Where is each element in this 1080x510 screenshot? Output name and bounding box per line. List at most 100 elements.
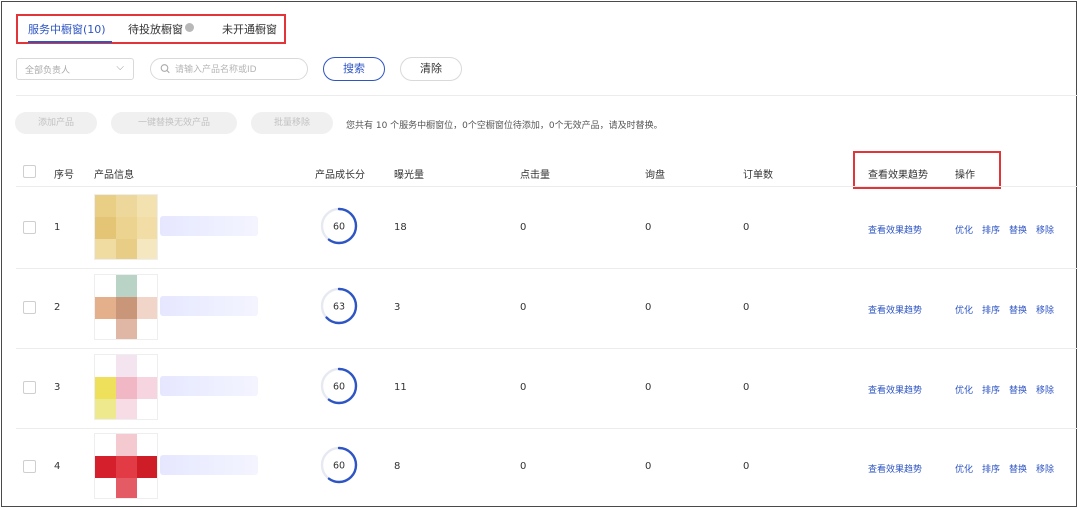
header-clicks: 点击量 [520,170,550,181]
tab-in-service-label: 服务中橱窗 [28,23,83,36]
sort-link[interactable]: 排序 [982,223,1000,236]
search-icon [160,64,170,74]
search-button[interactable]: 搜索 [323,57,385,81]
sort-link[interactable]: 排序 [982,303,1000,316]
thumbnail-tile [116,239,138,259]
row-checkbox[interactable] [23,301,36,314]
owner-select[interactable]: 全部负责人 ⌵ [16,58,134,80]
tab-not-opened[interactable]: 未开通橱窗 [222,21,277,37]
tab-pending-label: 待投放橱窗 [128,23,183,36]
row-checkbox[interactable] [23,221,36,234]
row-index: 4 [54,461,61,472]
row-checkbox[interactable] [23,381,36,394]
search-input[interactable] [175,62,303,77]
thumbnail-tile [137,239,157,259]
view-trend-link[interactable]: 查看效果趋势 [868,462,922,475]
divider [16,95,1078,96]
row-clicks: 0 [520,461,527,472]
replace-link[interactable]: 替换 [1009,383,1027,396]
thumbnail-tile [137,399,157,419]
tab-in-service[interactable]: 服务中橱窗(10) [28,21,106,37]
thumbnail-tile [116,297,138,319]
thumbnail-tile [95,399,117,419]
add-product-button[interactable]: 添加产品 [15,112,97,134]
thumbnail-tile [95,239,117,259]
thumbnail-tile [116,217,138,239]
growth-score-gauge: 60 [320,207,358,245]
thumbnail-tile [137,355,157,377]
tab-pending[interactable]: 待投放橱窗 [128,21,194,37]
optimize-link[interactable]: 优化 [955,462,973,475]
view-trend-link[interactable]: 查看效果趋势 [868,383,922,396]
sort-link[interactable]: 排序 [982,462,1000,475]
header-index: 序号 [54,170,74,181]
page-frame: 服务中橱窗(10) 待投放橱窗 未开通橱窗 全部负责人 ⌵ 搜索 清除 添加产品… [1,1,1078,507]
svg-text:60: 60 [333,382,345,393]
table-row: 3 60 11 0 0 0 查看效果趋势 优化 排序 替换 移除 [2,348,1078,428]
highlight-box [853,151,1001,189]
tab-not-opened-label: 未开通橱窗 [222,23,277,36]
growth-score-gauge: 60 [320,446,358,484]
thumbnail-tile [95,456,117,478]
product-name[interactable] [160,376,258,396]
replace-invalid-button[interactable]: 一键替换无效产品 [111,112,237,134]
row-inquiries: 0 [645,382,652,393]
optimize-link[interactable]: 优化 [955,303,973,316]
product-thumbnail[interactable] [94,354,158,420]
divider [16,186,1078,187]
row-orders: 0 [743,382,750,393]
thumbnail-tile [95,319,117,339]
select-all-checkbox[interactable] [23,165,36,178]
product-thumbnail[interactable] [94,433,158,499]
replace-link[interactable]: 替换 [1009,462,1027,475]
thumbnail-tile [137,319,157,339]
remove-link[interactable]: 移除 [1036,223,1054,236]
row-clicks: 0 [520,302,527,313]
row-inquiries: 0 [645,461,652,472]
svg-text:63: 63 [333,302,345,313]
svg-text:60: 60 [333,222,345,233]
thumbnail-tile [116,377,138,399]
row-index: 3 [54,382,61,393]
view-trend-link[interactable]: 查看效果趋势 [868,223,922,236]
batch-remove-button[interactable]: 批量移除 [251,112,333,134]
table-row: 2 63 3 0 0 0 查看效果趋势 优化 排序 替换 移除 [2,268,1078,348]
row-checkbox[interactable] [23,460,36,473]
help-icon[interactable] [185,23,194,32]
replace-link[interactable]: 替换 [1009,223,1027,236]
remove-link[interactable]: 移除 [1036,383,1054,396]
svg-text:60: 60 [333,461,345,472]
window-summary-notice: 您共有 10 个服务中橱窗位，0个空橱窗位待添加，0个无效产品，请及时替换。 [346,121,663,131]
row-clicks: 0 [520,382,527,393]
search-box [150,58,308,80]
view-trend-link[interactable]: 查看效果趋势 [868,303,922,316]
thumbnail-tile [116,478,138,498]
optimize-link[interactable]: 优化 [955,383,973,396]
thumbnail-tile [116,399,138,419]
clear-button[interactable]: 清除 [400,57,462,81]
growth-score-gauge: 63 [320,287,358,325]
remove-link[interactable]: 移除 [1036,462,1054,475]
sort-link[interactable]: 排序 [982,383,1000,396]
header-growth-score: 产品成长分 [315,170,365,181]
thumbnail-tile [95,377,117,399]
thumbnail-tile [116,275,138,297]
growth-score-gauge: 60 [320,367,358,405]
optimize-link[interactable]: 优化 [955,223,973,236]
thumbnail-tile [137,434,157,456]
table-row: 1 60 18 0 0 0 查看效果趋势 优化 排序 替换 移除 [2,188,1078,268]
replace-link[interactable]: 替换 [1009,303,1027,316]
product-name[interactable] [160,455,258,475]
thumbnail-tile [95,297,117,319]
row-inquiries: 0 [645,222,652,233]
row-impressions: 8 [394,461,401,472]
remove-link[interactable]: 移除 [1036,303,1054,316]
header-inquiries: 询盘 [645,170,665,181]
product-thumbnail[interactable] [94,274,158,340]
product-thumbnail[interactable] [94,194,158,260]
thumbnail-tile [95,355,117,377]
row-orders: 0 [743,461,750,472]
product-name[interactable] [160,216,258,236]
chevron-down-icon: ⌵ [116,62,124,73]
product-name[interactable] [160,296,258,316]
